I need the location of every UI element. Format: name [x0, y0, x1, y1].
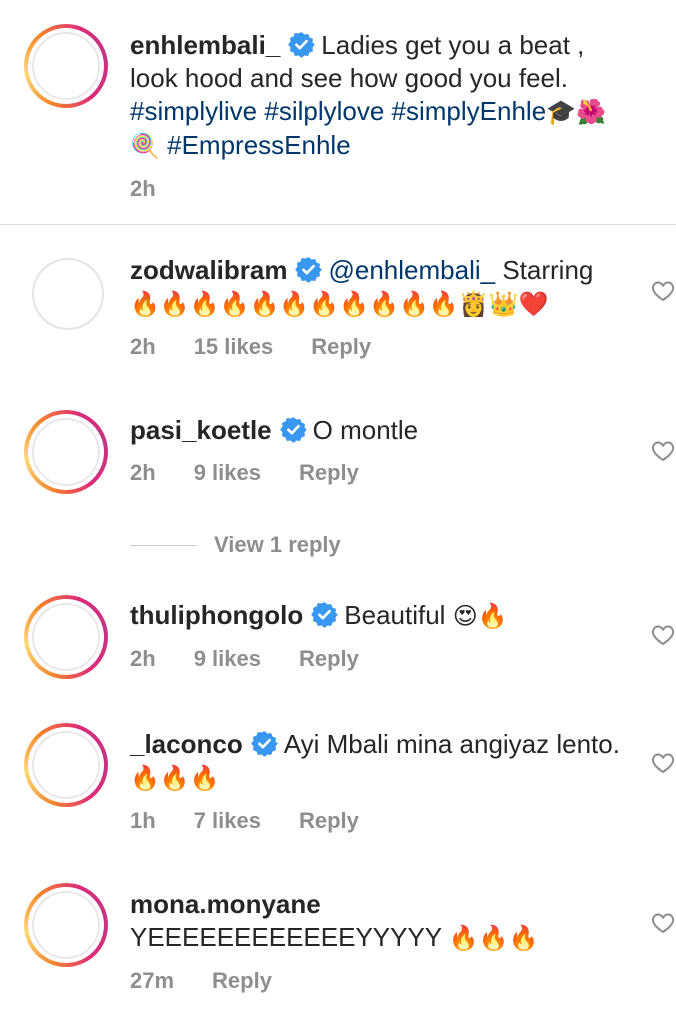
- comment-emoji: 🔥🔥🔥: [130, 764, 220, 792]
- divider: [0, 224, 676, 225]
- likes-count[interactable]: 9 likes: [194, 646, 261, 671]
- username[interactable]: mona.monyane: [130, 889, 321, 919]
- reply-button[interactable]: Reply: [299, 808, 359, 833]
- hashtags[interactable]: #simplylive #silplylove #simplyEnhle: [130, 96, 546, 126]
- hashtag-empress[interactable]: #EmpressEnhle: [167, 130, 351, 160]
- comment-meta: 1h 7 likes Reply: [130, 807, 630, 835]
- heart-icon[interactable]: [651, 280, 675, 302]
- likes-count[interactable]: 9 likes: [194, 460, 261, 485]
- caption: enhlembali_ Ladies get you a beat , look …: [130, 29, 630, 203]
- timestamp: 2h: [130, 334, 156, 359]
- username[interactable]: zodwalibram: [130, 255, 287, 285]
- username[interactable]: _laconco: [130, 729, 243, 759]
- likes-count[interactable]: 15 likes: [194, 334, 274, 359]
- comment-text: YEEEEEEEEEEEEYYYYY: [130, 922, 442, 952]
- username[interactable]: pasi_koetle: [130, 415, 272, 445]
- reply-button[interactable]: Reply: [299, 460, 359, 485]
- comment: pasi_koetle O montle 2h 9 likes Reply: [130, 414, 630, 487]
- reply-button[interactable]: Reply: [311, 334, 371, 359]
- comment-text: Beautiful: [344, 600, 446, 630]
- timestamp: 2h: [130, 460, 156, 485]
- verified-badge-icon: [279, 417, 307, 443]
- comment: mona.monyane YEEEEEEEEEEEEYYYYY 🔥🔥🔥 27m R…: [130, 888, 630, 995]
- reply-button[interactable]: Reply: [299, 646, 359, 671]
- view-replies-label[interactable]: View 1 reply: [214, 532, 341, 558]
- comment-text: Starring: [502, 255, 594, 285]
- divider: [130, 544, 196, 546]
- caption-meta: 2h: [130, 175, 630, 203]
- timestamp: 2h: [130, 646, 156, 671]
- avatar[interactable]: [24, 595, 108, 679]
- comment-text: O montle: [312, 415, 419, 445]
- avatar[interactable]: [24, 723, 108, 807]
- comment: thuliphongolo Beautiful 😍🔥 2h 9 likes Reply: [130, 599, 630, 673]
- username[interactable]: thuliphongolo: [130, 600, 303, 630]
- avatar[interactable]: [32, 258, 104, 330]
- heart-icon[interactable]: [651, 752, 675, 774]
- avatar[interactable]: [24, 883, 108, 967]
- view-replies-button[interactable]: View 1 reply: [130, 531, 341, 559]
- comment-meta: 27m Reply: [130, 967, 630, 995]
- comment-meta: 2h 15 likes Reply: [130, 333, 630, 361]
- comment-emoji: 🔥🔥🔥🔥🔥🔥🔥🔥🔥🔥🔥👸👑❤️: [130, 290, 549, 318]
- timestamp: 27m: [130, 968, 175, 993]
- comment-meta: 2h 9 likes Reply: [130, 645, 630, 673]
- comment-meta: 2h 9 likes Reply: [130, 459, 630, 487]
- caption-emoji-2: 🍭: [130, 132, 160, 160]
- likes-count[interactable]: 7 likes: [194, 808, 261, 833]
- mention[interactable]: @enhlembali_: [328, 255, 495, 285]
- heart-icon[interactable]: [651, 912, 675, 934]
- verified-badge-icon: [295, 257, 323, 283]
- comment: _laconco Ayi Mbali mina angiyaz lento. 🔥🔥…: [130, 728, 630, 835]
- reply-button[interactable]: Reply: [212, 968, 272, 993]
- comment-text: Ayi Mbali mina angiyaz lento.: [283, 729, 620, 759]
- username[interactable]: enhlembali_: [130, 30, 280, 60]
- verified-badge-icon: [288, 32, 316, 58]
- timestamp: 1h: [130, 808, 156, 833]
- avatar[interactable]: [24, 410, 108, 494]
- heart-icon[interactable]: [651, 440, 675, 462]
- comment-emoji: 😍🔥: [452, 602, 508, 630]
- verified-badge-icon: [250, 731, 278, 757]
- avatar[interactable]: [24, 24, 108, 108]
- timestamp: 2h: [130, 176, 156, 201]
- heart-icon[interactable]: [651, 624, 675, 646]
- verified-badge-icon: [311, 602, 339, 628]
- caption-emoji: 🎓🌺: [546, 98, 606, 126]
- comment: zodwalibram @enhlembali_ Starring 🔥🔥🔥🔥🔥🔥🔥…: [130, 254, 630, 361]
- comment-emoji: 🔥🔥🔥: [448, 924, 539, 952]
